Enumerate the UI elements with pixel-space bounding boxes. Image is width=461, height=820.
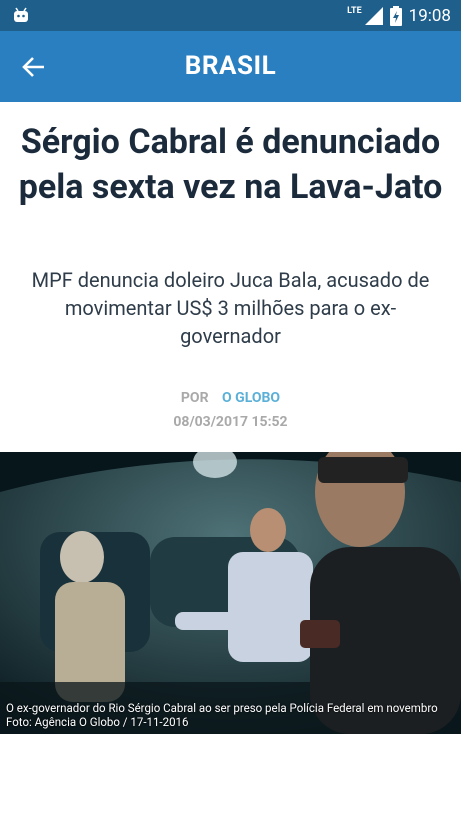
byline-prefix: POR [180,390,209,406]
article-subheadline: MPF denuncia doleiro Juca Bala, acusado … [31,268,430,348]
signal-icon [364,7,383,25]
caption-credit: Foto: Agência O Globo / 17-11-2016 [6,715,189,729]
android-icon [14,7,28,22]
byline-source-link[interactable]: O GLOBO [222,390,280,406]
photo-image [0,452,461,734]
article-body-area [0,734,461,820]
byline: POR O GLOBO [0,390,461,406]
caption-text: O ex-governador do Rio Sérgio Cabral ao … [6,701,438,715]
photo-caption: O ex-governador do Rio Sérgio Cabral ao … [6,701,438,729]
app-bar: BRASIL [0,31,461,102]
status-time: 19:08 [408,6,451,26]
lte-label: LTE [347,6,362,16]
article-photo[interactable]: O ex-governador do Rio Sérgio Cabral ao … [0,452,461,734]
article-date: 08/03/2017 15:52 [173,414,288,430]
status-bar: LTE 19:08 [0,0,461,31]
section-title: BRASIL [184,51,277,81]
article-header: Sérgio Cabral é denunciado pela sexta ve… [0,102,461,452]
article-headline: Sérgio Cabral é denunciado pela sexta ve… [18,122,443,207]
battery-charging-icon [389,6,402,26]
